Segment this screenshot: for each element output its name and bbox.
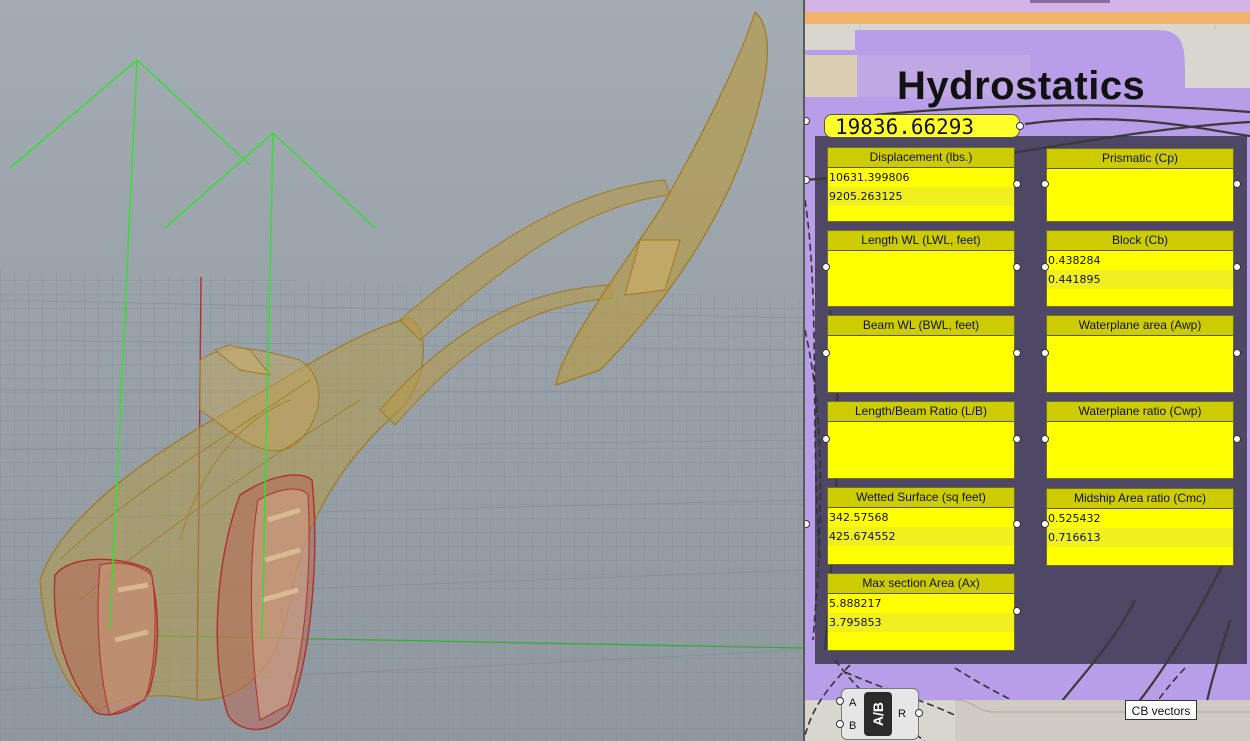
output-port[interactable]	[1233, 263, 1241, 271]
output-port[interactable]	[1233, 435, 1241, 443]
cb-vectors-tooltip: CB vectors	[1125, 700, 1197, 720]
input-port[interactable]	[822, 349, 830, 357]
input-port[interactable]	[1041, 263, 1049, 271]
input-b-label: B	[849, 720, 857, 732]
panel-title: Block (Cb)	[1047, 231, 1233, 251]
output-port[interactable]	[1013, 263, 1021, 271]
input-port[interactable]	[836, 720, 844, 728]
component-core[interactable]: A/B	[864, 692, 892, 736]
panel-midship-area-ratio[interactable]: Midship Area ratio (Cmc) 0.525432 0.7166…	[1046, 488, 1234, 566]
panel-title: Prismatic (Cp)	[1047, 149, 1233, 169]
group-title: Hydrostatics	[897, 64, 1146, 108]
output-port[interactable]	[1013, 520, 1021, 528]
panel-title: Length/Beam Ratio (L/B)	[828, 402, 1014, 422]
input-port[interactable]	[1041, 520, 1049, 528]
panel-beam-wl[interactable]: Beam WL (BWL, feet)	[827, 315, 1015, 393]
number-slider-readout[interactable]: 19836.66293	[824, 114, 1020, 139]
panel-length-wl[interactable]: Length WL (LWL, feet)	[827, 230, 1015, 307]
output-port[interactable]	[1013, 435, 1021, 443]
output-port[interactable]	[1013, 349, 1021, 357]
component-core-label: A/B	[870, 701, 886, 727]
panel-title: Beam WL (BWL, feet)	[828, 316, 1014, 336]
viewport-scene	[0, 0, 803, 741]
panel-line: 9205.263125	[828, 187, 1014, 206]
panel-title: Waterplane area (Awp)	[1047, 316, 1233, 336]
panel-line: 10631.399806	[829, 171, 910, 184]
input-port[interactable]	[822, 263, 830, 271]
panel-waterplane-ratio[interactable]: Waterplane ratio (Cwp)	[1046, 401, 1234, 479]
panel-line: 342.57568	[829, 511, 889, 524]
panel-title: Length WL (LWL, feet)	[828, 231, 1014, 251]
panel-title: Max section Area (Ax)	[828, 574, 1014, 594]
panel-block[interactable]: Block (Cb) 0.438284 0.441895	[1046, 230, 1234, 307]
panel-prismatic[interactable]: Prismatic (Cp)	[1046, 148, 1234, 222]
output-port[interactable]	[1013, 180, 1021, 188]
panel-max-section-area[interactable]: Max section Area (Ax) 5.888217 3.795853	[827, 573, 1015, 651]
panel-title: Midship Area ratio (Cmc)	[1047, 489, 1233, 509]
panel-line: 425.674552	[828, 527, 1014, 546]
panel-line: 0.441895	[1047, 270, 1233, 289]
panel-displacement[interactable]: Displacement (lbs.) 10631.399806 9205.26…	[827, 147, 1015, 222]
input-port[interactable]	[1041, 349, 1049, 357]
panel-title: Waterplane ratio (Cwp)	[1047, 402, 1233, 422]
panel-waterplane-area[interactable]: Waterplane area (Awp)	[1046, 315, 1234, 393]
output-port[interactable]	[915, 709, 923, 717]
panel-line: 3.795853	[828, 613, 1014, 632]
panel-title: Displacement (lbs.)	[828, 148, 1014, 168]
output-port[interactable]	[1233, 180, 1241, 188]
panel-wetted-surface[interactable]: Wetted Surface (sq feet) 342.57568 425.6…	[827, 487, 1015, 565]
panel-line: 0.438284	[1048, 254, 1101, 267]
input-port[interactable]	[1041, 180, 1049, 188]
input-port[interactable]	[836, 697, 844, 705]
input-port[interactable]	[822, 435, 830, 443]
panel-length-beam-ratio[interactable]: Length/Beam Ratio (L/B)	[827, 401, 1015, 479]
input-a-label: A	[849, 697, 857, 709]
panel-line: 0.525432	[1048, 512, 1101, 525]
panel-line: 0.716613	[1047, 528, 1233, 547]
division-component[interactable]: A B A/B R	[841, 688, 919, 740]
grasshopper-canvas[interactable]: Hydrostatics 19836.66293 Displacement (l…	[805, 0, 1250, 741]
input-port[interactable]	[1041, 435, 1049, 443]
output-port[interactable]	[1016, 122, 1024, 130]
panel-title: Wetted Surface (sq feet)	[828, 488, 1014, 508]
output-r-label: R	[898, 708, 906, 720]
output-port[interactable]	[1233, 349, 1241, 357]
rhino-viewport[interactable]	[0, 0, 803, 741]
panel-line: 5.888217	[829, 597, 882, 610]
output-port[interactable]	[1013, 607, 1021, 615]
